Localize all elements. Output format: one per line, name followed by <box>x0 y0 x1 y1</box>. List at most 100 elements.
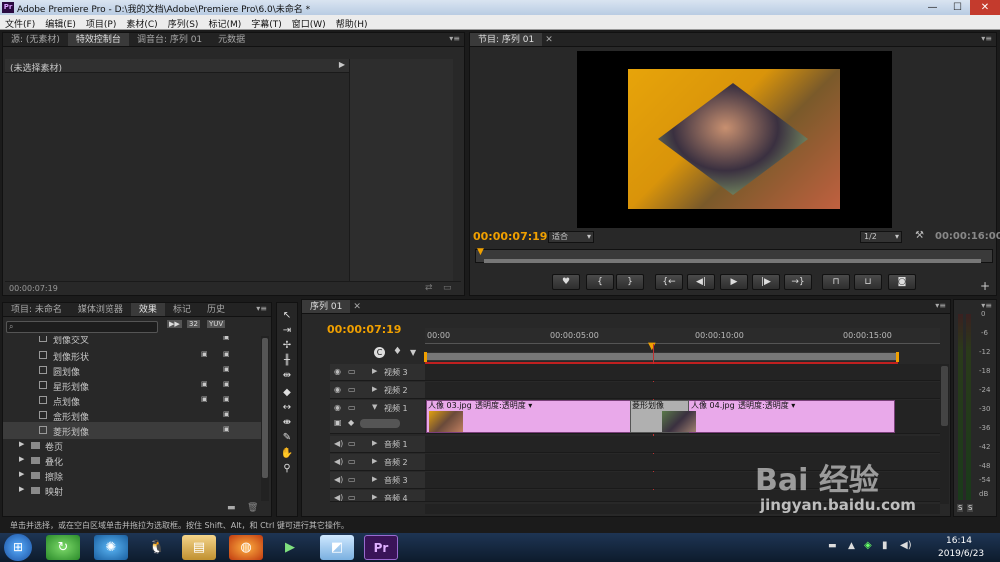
tab-effects[interactable]: 效果 <box>130 303 165 316</box>
tray-volume-icon[interactable]: ◀) <box>900 540 912 551</box>
rolling-edit-tool-icon[interactable]: ╫ <box>280 354 294 367</box>
expand-arrow-icon[interactable]: ▼ <box>372 403 377 411</box>
solo-left-button[interactable]: S <box>957 504 964 512</box>
expand-arrow-icon[interactable]: ▶ <box>339 60 345 69</box>
accelerated-effects-icon[interactable]: ▶▶ <box>167 320 182 328</box>
lock-icon[interactable]: ▭ <box>348 475 356 484</box>
yuv-effects-icon[interactable]: YUV <box>207 320 226 328</box>
tray-date[interactable]: 2019/6/23 <box>938 549 984 559</box>
keyframe-icon[interactable]: ◆ <box>348 418 354 427</box>
step-back-button[interactable]: ◀| <box>687 274 715 290</box>
ripple-edit-tool-icon[interactable]: ✢ <box>280 339 294 352</box>
work-area-end-handle[interactable] <box>896 352 899 362</box>
tab-media-browser[interactable]: 媒体浏览器 <box>70 303 131 316</box>
app-window-icon[interactable]: ◩ <box>320 535 354 560</box>
track-header-a1[interactable]: ◀) ▭ ▶ 音频 1 <box>330 436 425 453</box>
track-header-a4[interactable]: ◀) ▭ ▶ 音频 4 <box>330 490 425 502</box>
slide-tool-icon[interactable]: ⇼ <box>280 416 294 429</box>
wrench-icon[interactable]: ⚒ <box>915 230 924 241</box>
go-to-in-button[interactable]: {← <box>655 274 683 290</box>
resolution-dropdown[interactable]: 1/2 ▾ <box>860 231 902 243</box>
eye-icon[interactable]: ◉ <box>334 367 341 376</box>
tab-close-icon[interactable]: ✕ <box>542 33 556 46</box>
tab-program[interactable]: 节目: 序列 01 <box>470 33 543 46</box>
new-bin-icon[interactable]: ▬ <box>227 503 236 513</box>
app-360-icon[interactable]: ↻ <box>46 535 80 560</box>
32bit-effects-icon[interactable]: 32 <box>187 320 200 328</box>
video-frame[interactable] <box>577 51 892 228</box>
collapse-arrow-icon[interactable]: ▶ <box>372 385 377 393</box>
timeline-timecode[interactable]: 00:00:07:19 <box>327 323 401 336</box>
track-header-v1[interactable]: ◉ ▭ ▼ 视频 1 ▣ ◆ <box>330 400 425 434</box>
track-header-a2[interactable]: ◀) ▭ ▶ 音频 2 <box>330 454 425 471</box>
effects-menu-icon[interactable]: ▾≡ <box>256 304 267 313</box>
eye-icon[interactable]: ◉ <box>334 403 341 412</box>
program-timecode[interactable]: 00:00:07:19 <box>473 230 547 243</box>
app-browser-icon[interactable]: ✺ <box>94 535 128 560</box>
timeline-playhead-icon[interactable]: ▼ <box>648 341 656 352</box>
program-scrubber[interactable]: ▼ <box>475 247 993 263</box>
lock-icon[interactable]: ▭ <box>348 439 356 448</box>
tab-markers[interactable]: 标记 <box>165 303 199 316</box>
lock-icon[interactable]: ▭ <box>348 385 356 394</box>
media-app-icon[interactable]: ▶ <box>273 535 307 560</box>
firefox-icon[interactable]: ◍ <box>229 535 263 560</box>
track-header-v2[interactable]: ◉ ▭ ▶ 视频 2 <box>330 382 425 399</box>
menu-help[interactable]: 帮助(H) <box>331 15 373 30</box>
speaker-icon[interactable]: ◀) <box>334 475 343 484</box>
tab-history[interactable]: 历史 <box>199 303 233 316</box>
go-to-out-button[interactable]: →} <box>784 274 812 290</box>
tray-keyboard-icon[interactable]: ▬ <box>828 541 837 551</box>
collapse-arrow-icon[interactable]: ▶ <box>372 457 377 465</box>
tab-source[interactable]: 源: (无素材) <box>3 33 68 46</box>
start-button[interactable]: ⊞ <box>4 534 32 561</box>
lock-icon[interactable]: ▭ <box>348 493 356 501</box>
razor-tool-icon[interactable]: ◆ <box>280 386 294 399</box>
tray-arrow-icon[interactable]: ▲ <box>848 541 855 551</box>
fit-dropdown[interactable]: 适合 ▾ <box>548 231 594 243</box>
keyframe-nav[interactable] <box>360 419 400 428</box>
track-header-v3[interactable]: ◉ ▭ ▶ 视频 3 <box>330 364 425 381</box>
pen-tool-icon[interactable]: ✎ <box>280 431 294 444</box>
display-style-icon[interactable]: ▣ <box>334 418 342 427</box>
qq-icon[interactable]: 🐧 <box>140 535 174 560</box>
menu-window[interactable]: 窗口(W) <box>287 15 331 30</box>
menu-clip[interactable]: 素材(C) <box>121 15 162 30</box>
export-frame-button[interactable]: ◙ <box>888 274 916 290</box>
selection-tool-icon[interactable]: ↖ <box>280 309 294 322</box>
collapse-arrow-icon[interactable]: ▶ <box>372 439 377 447</box>
menu-sequence[interactable]: 序列(S) <box>163 15 204 30</box>
collapse-arrow-icon[interactable]: ▶ <box>372 367 377 375</box>
step-forward-button[interactable]: |▶ <box>752 274 780 290</box>
solo-right-button[interactable]: S <box>967 504 974 512</box>
minimize-button[interactable]: — <box>920 0 945 15</box>
lock-icon[interactable]: ▭ <box>348 403 356 412</box>
maximize-button[interactable]: ☐ <box>945 0 970 15</box>
eye-icon[interactable]: ◉ <box>334 385 341 394</box>
extract-button[interactable]: ⊔ <box>854 274 882 290</box>
tab-effect-controls[interactable]: 特效控制台 <box>67 33 129 46</box>
play-button[interactable]: ▶ <box>720 274 748 290</box>
speaker-icon[interactable]: ◀) <box>334 457 343 466</box>
list-item[interactable]: 划像交叉 ▣ <box>3 336 267 347</box>
premiere-taskbar-icon[interactable]: Pr <box>364 535 398 560</box>
tray-network-icon[interactable]: ▮ <box>882 540 888 551</box>
track-v3[interactable] <box>425 364 940 381</box>
timeline-menu-icon[interactable]: ▾≡ <box>935 301 946 310</box>
program-menu-icon[interactable]: ▾≡ <box>981 34 992 43</box>
meter-menu-icon[interactable]: ▾≡ <box>981 301 992 310</box>
time-ruler[interactable]: 00:00 00:00:05:00 00:00:10:00 00:00:15:0… <box>425 328 940 344</box>
add-button-icon[interactable]: + <box>980 279 990 293</box>
work-area-bar[interactable] <box>424 352 899 362</box>
keyframe-area[interactable] <box>349 59 453 281</box>
menu-edit[interactable]: 编辑(E) <box>40 15 81 30</box>
effects-scrollbar[interactable] <box>261 336 269 501</box>
tab-sequence[interactable]: 序列 01 <box>302 300 351 313</box>
mark-out-button[interactable]: } <box>616 274 644 290</box>
tab-audio-mixer[interactable]: 调音台: 序列 01 <box>129 33 210 46</box>
lock-icon[interactable]: ▭ <box>348 457 356 466</box>
tab-project[interactable]: 项目: 未命名 <box>3 303 70 316</box>
lock-icon[interactable]: ▭ <box>348 367 356 376</box>
close-button[interactable]: ✕ <box>970 0 1000 15</box>
add-marker-button[interactable]: ♥ <box>552 274 580 290</box>
